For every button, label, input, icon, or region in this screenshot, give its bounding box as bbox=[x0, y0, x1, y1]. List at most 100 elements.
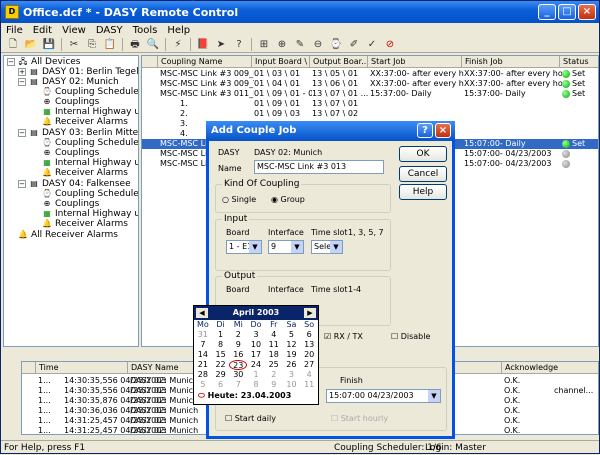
date-picker-calendar[interactable]: ◀ April 2003 ▶ Mo Di Mi Do Fr Sa So 31 1 2 3 4 5 6 7 8 9 1… bbox=[193, 305, 319, 405]
col-coupling-name[interactable]: Coupling Name bbox=[158, 56, 252, 68]
tree-dasy03[interactable]: − ▤ DASY 03: Berlin Mitte bbox=[18, 128, 138, 138]
name-input[interactable]: MSC-MSC Link #3 013 bbox=[254, 160, 384, 174]
calendar-day[interactable]: 29 bbox=[212, 370, 230, 380]
device-tree[interactable]: − 🖧 All Devices + ▤ DASY 01: Berlin Tegel − ▤… bbox=[3, 55, 139, 347]
tree-dasy02[interactable]: − ▤ DASY 02: Munich bbox=[18, 77, 119, 87]
maximize-button[interactable]: □ bbox=[558, 4, 576, 20]
col-status[interactable]: Status bbox=[560, 56, 598, 68]
copy-icon[interactable]: ⎘ bbox=[84, 38, 100, 52]
coupling-add-icon[interactable]: ⊕ bbox=[274, 38, 290, 52]
calendar-day[interactable]: 10 bbox=[247, 340, 265, 350]
prev-month-button[interactable]: ◀ bbox=[196, 308, 208, 318]
tree-item[interactable]: ⌚ Coupling Scheduler bbox=[42, 189, 138, 199]
calendar-day[interactable]: 12 bbox=[283, 340, 301, 350]
tree-dasy01[interactable]: + ▤ DASY 01: Berlin Tegel bbox=[18, 67, 138, 77]
coupling-row[interactable]: 2. 01 \ 09 \ 03 13 \ 07 \ 02 bbox=[142, 109, 598, 119]
input-interface-select[interactable]: 9 ▼ bbox=[268, 240, 304, 254]
help-button[interactable]: Help bbox=[399, 184, 447, 200]
group-radio[interactable]: ◉ Group bbox=[271, 195, 305, 204]
tree-item[interactable]: 🔔 Receiver Alarms bbox=[42, 219, 128, 229]
calendar-day[interactable]: 9 bbox=[265, 380, 283, 390]
calendar-day[interactable]: 19 bbox=[283, 350, 301, 360]
calendar-day[interactable]: 8 bbox=[212, 340, 230, 350]
coupling-delete-icon[interactable]: ⊖ bbox=[310, 38, 326, 52]
calendar-day[interactable]: 28 bbox=[194, 370, 212, 380]
close-button[interactable]: × bbox=[578, 4, 596, 20]
coupling-edit-icon[interactable]: ✎ bbox=[292, 38, 308, 52]
calendar-day[interactable]: 18 bbox=[265, 350, 283, 360]
cut-icon[interactable]: ✂ bbox=[66, 38, 82, 52]
calendar-day[interactable]: 3 bbox=[247, 330, 265, 340]
calendar-day[interactable]: 8 bbox=[247, 380, 265, 390]
minimize-button[interactable]: _ bbox=[538, 4, 556, 20]
calendar-day[interactable]: 14 bbox=[194, 350, 212, 360]
calendar-day[interactable]: 10 bbox=[283, 380, 301, 390]
menu-edit[interactable]: Edit bbox=[33, 25, 52, 36]
calendar-day[interactable]: 11 bbox=[300, 380, 318, 390]
input-timeslot-select[interactable]: Select ▼ bbox=[311, 240, 343, 254]
disable-checkbox[interactable]: ☐ Disable bbox=[391, 332, 430, 341]
menu-view[interactable]: View bbox=[62, 25, 86, 36]
log-col-time[interactable]: Time bbox=[36, 362, 128, 374]
dialog-close-button[interactable]: × bbox=[435, 123, 451, 138]
print-icon[interactable]: 🖶 bbox=[127, 38, 143, 52]
tree-item[interactable]: ⌚ Coupling Scheduler bbox=[42, 138, 138, 148]
calendar-day[interactable]: 16 bbox=[229, 350, 247, 360]
calendar-day[interactable]: 20 bbox=[300, 350, 318, 360]
calendar-today[interactable]: ⬭ Heute: 23.04.2003 bbox=[194, 390, 318, 402]
col-start-job[interactable]: Start Job bbox=[368, 56, 462, 68]
tree-item[interactable]: ▦Internal Highway usage bbox=[42, 209, 138, 219]
new-icon[interactable]: 🗋 bbox=[5, 38, 21, 52]
book-icon[interactable]: 📕 bbox=[195, 38, 211, 52]
calendar-day[interactable]: 6 bbox=[300, 330, 318, 340]
schedule-icon[interactable]: ⌚ bbox=[328, 38, 344, 52]
finish-datetime[interactable]: 15:07:00 04/23/2003 ▼ bbox=[326, 389, 441, 403]
tree-all-devices[interactable]: − 🖧 All Devices bbox=[7, 57, 81, 67]
tree-item[interactable]: ▦Internal Highway usage bbox=[42, 158, 138, 168]
calendar-day[interactable]: 11 bbox=[265, 340, 283, 350]
ok-button[interactable]: OK bbox=[399, 146, 447, 162]
coupling-row[interactable]: MSC-MSC Link #3 011_RX 01 \ 09 \ 01 - 07 1… bbox=[142, 89, 598, 99]
tree-dasy04[interactable]: − ▤ DASY 04: Falkensee bbox=[18, 179, 131, 189]
input-board-select[interactable]: 1 - E1 ▼ bbox=[226, 240, 262, 254]
next-month-button[interactable]: ▶ bbox=[304, 308, 316, 318]
col-input-board[interactable]: Input Board \ ... bbox=[252, 56, 310, 68]
tree-item[interactable]: ⌚ Coupling Scheduler bbox=[42, 87, 138, 97]
calendar-day[interactable]: 4 bbox=[265, 330, 283, 340]
arrow-icon[interactable]: ➤ bbox=[213, 38, 229, 52]
calendar-day[interactable]: 13 bbox=[300, 340, 318, 350]
menu-help[interactable]: Help bbox=[167, 25, 190, 36]
single-radio[interactable]: ○ Single bbox=[222, 195, 256, 204]
calendar-day[interactable]: 22 bbox=[212, 360, 230, 370]
col-finish-job[interactable]: Finish Job bbox=[462, 56, 560, 68]
start-daily-checkbox[interactable]: ☐ Start daily bbox=[225, 414, 276, 423]
calendar-day[interactable]: 26 bbox=[283, 360, 301, 370]
preview-icon[interactable]: 🔍 bbox=[145, 38, 161, 52]
coupling-row[interactable]: MSC-MSC Link #3 009_RX 01 \ 03 \ 01 13 \ 0… bbox=[142, 69, 598, 79]
calendar-day[interactable]: 7 bbox=[229, 380, 247, 390]
calendar-day[interactable]: 1 bbox=[247, 370, 265, 380]
open-icon[interactable]: 📂 bbox=[23, 38, 39, 52]
dialog-help-button[interactable]: ? bbox=[417, 123, 433, 138]
calendar-day[interactable]: 23 bbox=[229, 360, 248, 370]
log-col-ack[interactable]: Acknowledge bbox=[502, 362, 598, 374]
tree-item[interactable]: 🔔 Receiver Alarms bbox=[42, 117, 128, 127]
calendar-day[interactable]: 7 bbox=[194, 340, 212, 350]
tree-all-receiver-alarms[interactable]: 🔔 All Receiver Alarms bbox=[18, 230, 118, 240]
menu-dasy[interactable]: DASY bbox=[96, 25, 123, 36]
tree-item[interactable]: ⊕ Couplings bbox=[42, 199, 100, 209]
coupling-row[interactable]: MSC-MSC Link #3 009_TX 01 \ 04 \ 01 13 \ 0… bbox=[142, 79, 598, 89]
menu-tools[interactable]: Tools bbox=[133, 25, 158, 36]
menu-file[interactable]: File bbox=[6, 25, 23, 36]
calendar-day[interactable]: 6 bbox=[212, 380, 230, 390]
col-output-board[interactable]: Output Boar... bbox=[310, 56, 368, 68]
calendar-day[interactable]: 2 bbox=[265, 370, 283, 380]
tree-item[interactable]: ⊕ Couplings bbox=[42, 97, 100, 107]
calendar-day[interactable]: 3 bbox=[283, 370, 301, 380]
calendar-day[interactable]: 24 bbox=[247, 360, 265, 370]
cancel-button[interactable]: Cancel bbox=[399, 166, 447, 182]
tree-item[interactable]: ⊕ Couplings bbox=[42, 148, 100, 158]
calendar-day[interactable]: 27 bbox=[300, 360, 318, 370]
rxtx-checkbox[interactable]: ☑ RX / TX bbox=[324, 332, 363, 341]
calendar-day[interactable]: 17 bbox=[247, 350, 265, 360]
